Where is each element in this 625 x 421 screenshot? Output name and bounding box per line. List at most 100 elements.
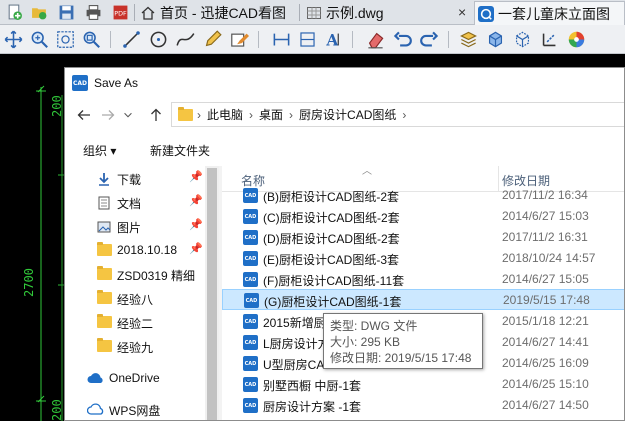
organize-button[interactable]: 组织 ▾ (83, 142, 116, 159)
file-row[interactable]: CAD (F)厨柜设计CAD图纸-11套 2014/6/27 15:05 (222, 269, 624, 290)
nav-item-label: 2018.10.18 (117, 243, 178, 257)
nav-item-label: 图片 (117, 221, 142, 235)
text-icon[interactable]: A (322, 29, 344, 50)
nav-item-onedrive[interactable]: OneDrive (65, 366, 205, 390)
line-icon[interactable] (120, 29, 142, 50)
cad-file-icon: CAD (243, 398, 258, 413)
pan-icon[interactable] (2, 29, 24, 50)
chevron-right-icon[interactable]: › (289, 108, 293, 122)
folder-icon (178, 106, 193, 121)
nav-item-folder[interactable]: 经验二 (65, 310, 205, 334)
tab-close-button[interactable]: × (458, 4, 466, 20)
file-row[interactable]: CAD (B)厨柜设计CAD图纸-2套 2017/11/2 16:34 (222, 185, 624, 206)
aligned-dimension-icon[interactable] (296, 29, 318, 50)
nav-item-folder[interactable]: 经验九 (65, 334, 205, 358)
cad-file-icon: CAD (243, 314, 258, 329)
redo-icon[interactable] (418, 29, 440, 50)
nav-item-folder[interactable]: 2018.10.18 📌 (65, 238, 205, 262)
file-date: 2014/6/25 16:09 (502, 356, 589, 370)
svg-text:PDF: PDF (114, 9, 127, 17)
linear-dimension-icon[interactable] (270, 29, 292, 50)
tab-label: 一套儿童床立面图 (498, 5, 610, 22)
breadcrumb-this-pc[interactable]: 此电脑 (207, 106, 243, 123)
file-name: 厨房设计方案 -1套 (263, 400, 362, 414)
layers-icon[interactable] (457, 29, 479, 50)
color-wheel-icon[interactable] (565, 29, 587, 50)
forward-arrow-icon[interactable] (99, 106, 117, 124)
file-row[interactable]: CAD (E)厨柜设计CAD图纸-3套 2018/10/24 14:57 (222, 248, 624, 269)
breadcrumb-desktop[interactable]: 桌面 (259, 106, 283, 123)
address-row: › 此电脑 › 桌面 › 厨房设计CAD图纸 › (65, 98, 624, 132)
nav-item-label: WPS网盘 (109, 404, 161, 418)
pencil-icon[interactable] (201, 29, 223, 50)
cad-file-icon: CAD (243, 251, 258, 266)
pin-icon[interactable]: 📌 (189, 194, 203, 207)
pin-icon[interactable]: 📌 (189, 170, 203, 183)
3d-cube-icon[interactable] (511, 29, 533, 50)
recent-chevron-icon[interactable] (122, 106, 134, 124)
dialog-title: Save As (94, 76, 139, 90)
edit-text-icon[interactable] (228, 29, 250, 50)
nav-item-pictures[interactable]: 图片 📌 (65, 214, 205, 238)
nav-item-downloads[interactable]: 下载 📌 (65, 166, 205, 190)
nav-item-label: 下载 (117, 173, 142, 187)
scrollbar-thumb[interactable] (207, 168, 217, 420)
new-folder-button[interactable]: 新建文件夹 (150, 142, 210, 159)
nav-item-label: 文档 (117, 197, 142, 211)
pin-icon[interactable]: 📌 (189, 218, 203, 231)
tab-label: 首页 - 迅捷CAD看图 (160, 5, 286, 21)
chevron-right-icon[interactable]: › (197, 108, 201, 122)
address-bar[interactable]: › 此电脑 › 桌面 › 厨房设计CAD图纸 › (171, 102, 624, 127)
tab-example-dwg[interactable]: 示例.dwg (306, 1, 476, 25)
print-icon[interactable] (83, 2, 103, 22)
coordinate-icon[interactable] (538, 29, 560, 50)
pdf-icon[interactable]: PDF (110, 2, 130, 22)
nav-item-wps-cloud[interactable]: WPS网盘 (65, 397, 205, 420)
undo-icon[interactable] (391, 29, 413, 50)
file-info-tooltip: 类型: DWG 文件 大小: 295 KB 修改日期: 2019/5/15 17… (323, 313, 483, 369)
3d-box-icon[interactable] (484, 29, 506, 50)
zoom-window-icon[interactable] (54, 29, 76, 50)
nav-item-label: 经验九 (117, 341, 154, 355)
nav-item-label: 经验八 (117, 293, 154, 307)
chevron-right-icon[interactable]: › (249, 108, 253, 122)
nav-item-documents[interactable]: 文档 📌 (65, 190, 205, 214)
nav-item-label: ZSD0319 精细 (117, 269, 196, 283)
zoom-realtime-icon[interactable] (28, 29, 50, 50)
nav-scrollbar[interactable] (205, 166, 219, 420)
pin-icon[interactable]: 📌 (189, 242, 203, 255)
open-folder-icon[interactable] (29, 2, 49, 22)
circle-icon[interactable] (147, 29, 169, 50)
new-file-icon[interactable] (4, 2, 24, 22)
file-date: 2014/6/27 14:41 (502, 335, 589, 349)
tab-children-bed-drawing[interactable]: 一套儿童床立面图 (474, 1, 625, 25)
up-arrow-icon[interactable] (147, 106, 165, 124)
file-date: 2017/11/2 16:31 (502, 230, 588, 244)
tab-home[interactable]: 首页 - 迅捷CAD看图 (138, 1, 296, 25)
home-icon (141, 6, 155, 20)
zoom-extents-icon[interactable] (80, 29, 102, 50)
command-bar: 组织 ▾ 新建文件夹 (65, 132, 624, 166)
tab-label: 示例.dwg (326, 5, 384, 21)
dialog-titlebar[interactable]: CAD Save As (65, 68, 624, 98)
breadcrumb-current-folder[interactable]: 厨房设计CAD图纸 (299, 106, 396, 123)
eraser-icon[interactable] (364, 29, 386, 50)
save-icon[interactable] (56, 2, 76, 22)
folder-icon (97, 290, 112, 304)
file-row[interactable]: CAD (C)厨柜设计CAD图纸-2套 2014/6/27 15:03 (222, 206, 624, 227)
grid-icon (307, 7, 321, 19)
drawing-toolbar: A (0, 25, 625, 54)
download-icon (99, 173, 109, 186)
file-name: (D)厨柜设计CAD图纸-2套 (263, 232, 400, 246)
back-arrow-icon[interactable] (75, 106, 93, 124)
file-row[interactable]: CAD 厨房设计方案 -1套 2014/6/27 14:50 (222, 395, 624, 416)
chevron-right-icon[interactable]: › (402, 108, 406, 122)
tooltip-size: 大小: 295 KB (330, 335, 401, 349)
file-row[interactable]: CAD (D)厨柜设计CAD图纸-2套 2017/11/2 16:31 (222, 227, 624, 248)
nav-item-folder[interactable]: 经验八 (65, 286, 205, 310)
file-row-selected[interactable]: CAD (G)厨柜设计CAD图纸-1套 2019/5/15 17:48 (222, 289, 624, 310)
nav-item-folder[interactable]: ZSD0319 精细 (65, 262, 205, 286)
polyline-icon[interactable] (174, 29, 196, 50)
file-row[interactable]: CAD 别墅西橱 中厨-1套 2014/6/25 15:10 (222, 374, 624, 395)
cad-file-icon: CAD (244, 293, 259, 308)
